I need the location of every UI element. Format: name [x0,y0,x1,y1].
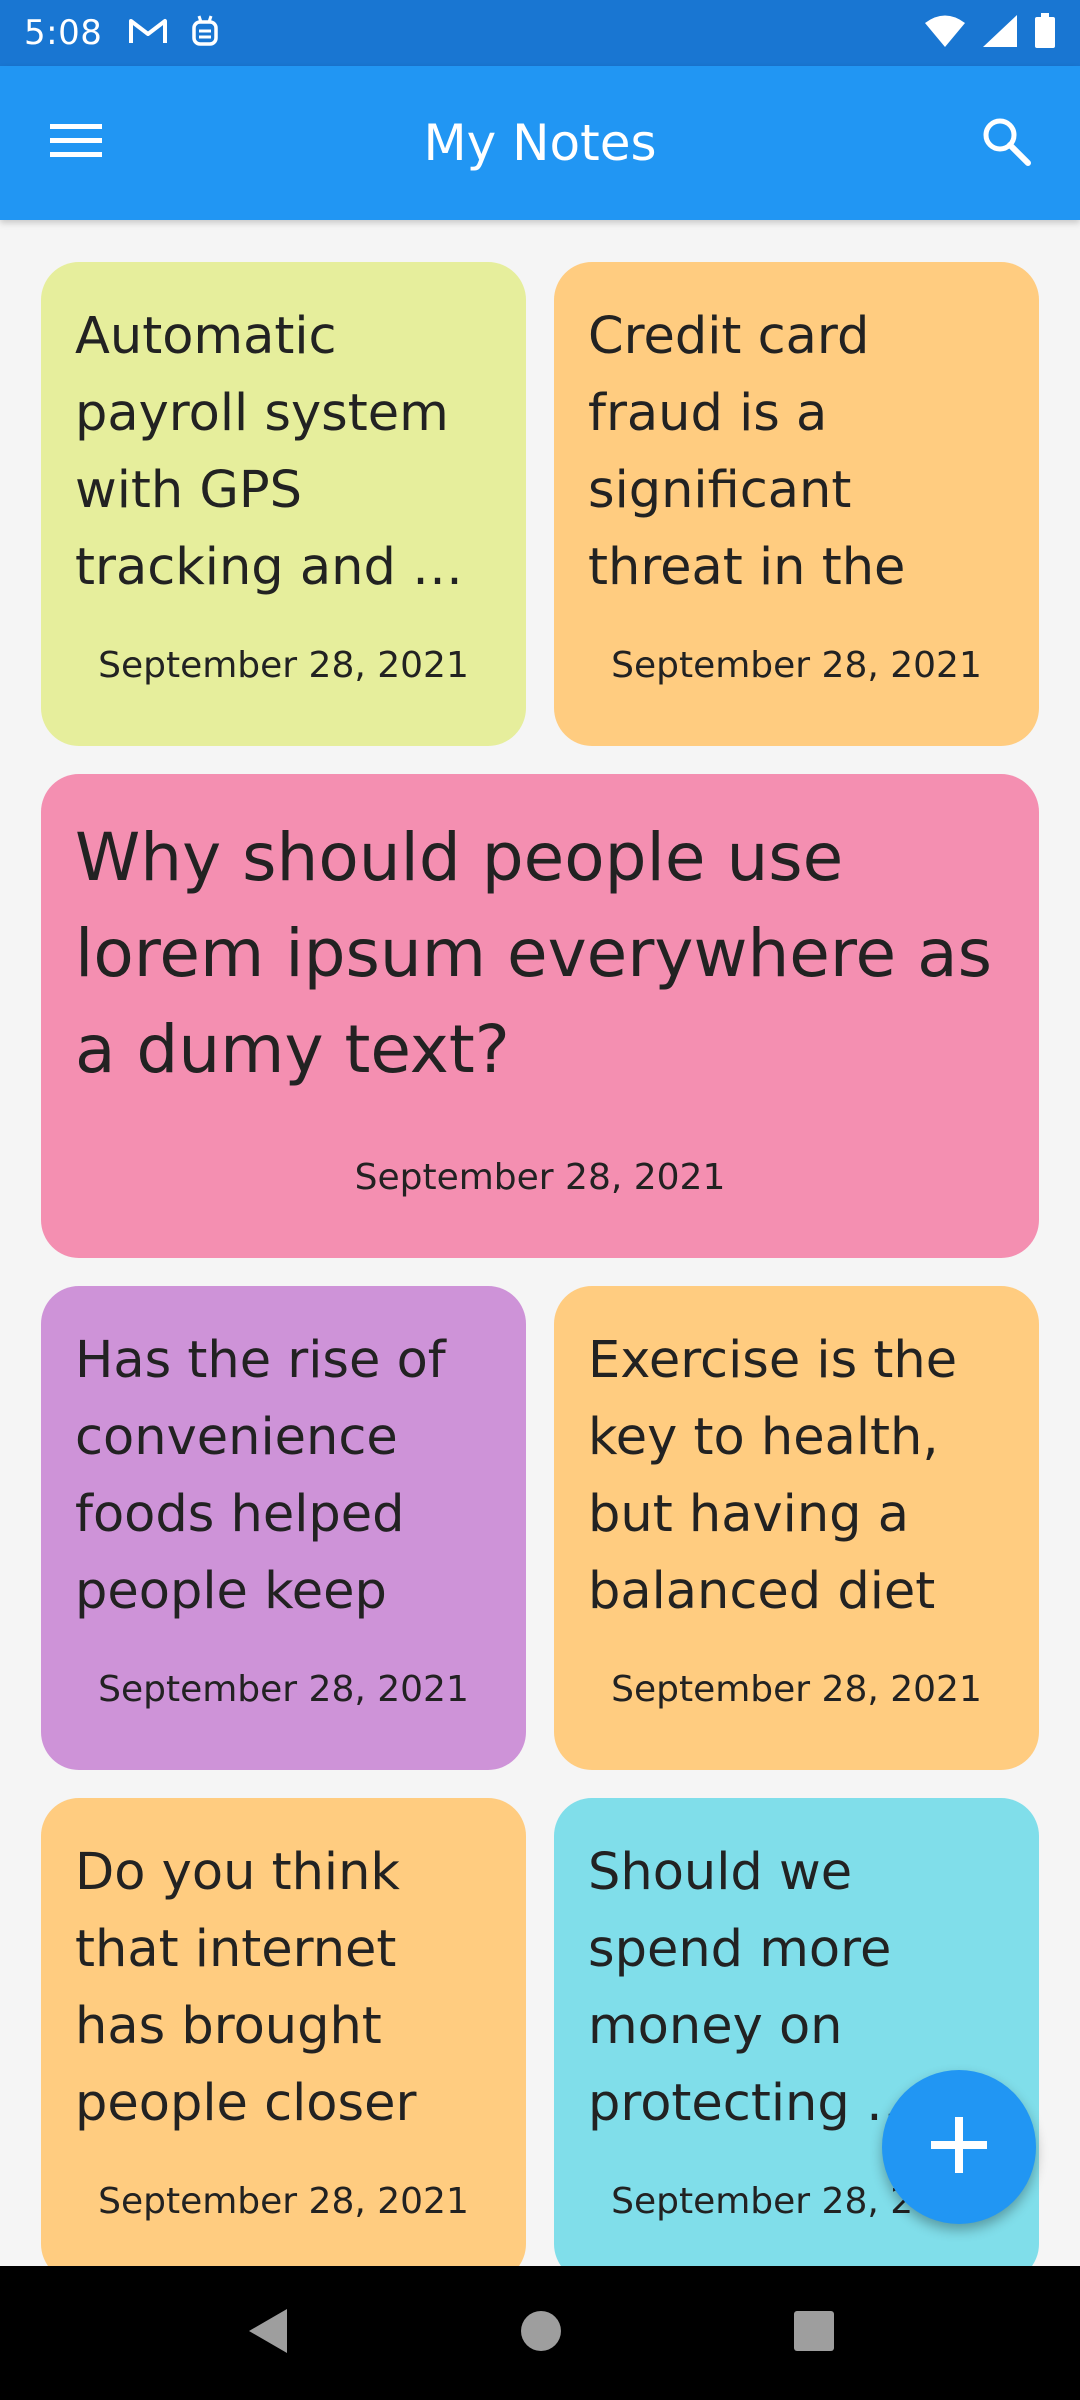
note-title: Has the rise of convenience foods helped… [75,1331,446,1621]
note-date: September 28, 2021 [611,1669,982,1710]
page-title: My Notes [423,114,657,172]
note-card[interactable]: Has the rise of convenience foods helped… [41,1286,526,1770]
back-icon[interactable] [245,2307,289,2359]
home-icon[interactable] [520,2310,562,2356]
recents-icon[interactable] [793,2310,835,2356]
menu-button[interactable] [46,113,106,173]
note-date: September 28, 2021 [98,2181,469,2222]
note-title: Credit card fraud is a significant threa… [588,307,906,597]
note-card[interactable]: Do you think that internet has brought p… [41,1798,526,2266]
note-title: Automatic payroll system with GPS tracki… [75,307,464,597]
system-nav-bar [0,2266,1080,2400]
signal-icon [982,14,1018,52]
note-date: September 28, 2021 [98,1669,469,1710]
note-card[interactable]: Exercise is the key to health, but havin… [554,1286,1039,1770]
status-bar: 5:08 [0,0,1080,66]
search-icon [980,115,1032,171]
note-date: September 28, 2021 [354,1157,726,1198]
notes-grid: Automatic payroll system with GPS tracki… [0,220,1080,2266]
note-card[interactable]: Why should people use lorem ipsum everyw… [41,774,1039,1258]
note-title: Do you think that internet has brought p… [75,1843,417,2133]
menu-icon [50,122,102,164]
note-title: Why should people use lorem ipsum everyw… [75,819,992,1088]
search-button[interactable] [976,113,1036,173]
status-time: 5:08 [24,13,103,53]
gmail-icon [128,16,168,50]
note-date: September 28, 2021 [98,645,469,686]
android-debug-icon [190,14,220,52]
battery-icon [1034,13,1056,53]
app-bar: My Notes [0,66,1080,220]
plus-icon [931,2117,987,2177]
add-note-button[interactable] [882,2070,1036,2224]
note-title: Exercise is the key to health, but havin… [588,1331,958,1621]
wifi-icon [924,14,966,52]
note-card[interactable]: Automatic payroll system with GPS tracki… [41,262,526,746]
note-date: September 28, 2021 [611,645,982,686]
note-card[interactable]: Credit card fraud is a significant threa… [554,262,1039,746]
